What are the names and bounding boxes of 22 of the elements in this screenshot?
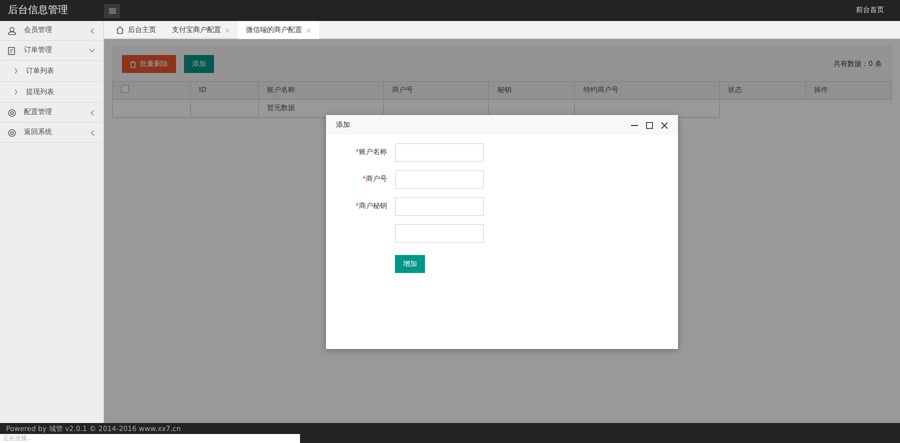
gear-icon bbox=[8, 128, 16, 136]
gear-icon bbox=[8, 108, 16, 116]
checkbox[interactable] bbox=[121, 84, 129, 93]
chevron-left-icon bbox=[90, 110, 95, 116]
input-field[interactable] bbox=[395, 224, 484, 243]
menu-icon bbox=[108, 8, 116, 14]
chevron-right-icon bbox=[14, 89, 18, 95]
menu-button[interactable] bbox=[104, 4, 120, 18]
trash-icon bbox=[130, 60, 136, 68]
home-icon bbox=[116, 26, 124, 34]
input-field[interactable] bbox=[395, 143, 484, 162]
document-icon bbox=[8, 46, 16, 54]
chevron-left-icon bbox=[90, 130, 95, 136]
app-title: 后台信息管理 bbox=[7, 4, 69, 18]
maximize-icon[interactable] bbox=[646, 122, 653, 128]
chevron-right-icon bbox=[14, 68, 18, 74]
input-field[interactable] bbox=[395, 197, 484, 216]
chevron-down-icon bbox=[89, 48, 95, 53]
input-field[interactable] bbox=[395, 170, 484, 189]
chevron-left-icon bbox=[90, 28, 95, 34]
user-icon bbox=[8, 26, 16, 34]
close-icon[interactable] bbox=[661, 122, 668, 128]
